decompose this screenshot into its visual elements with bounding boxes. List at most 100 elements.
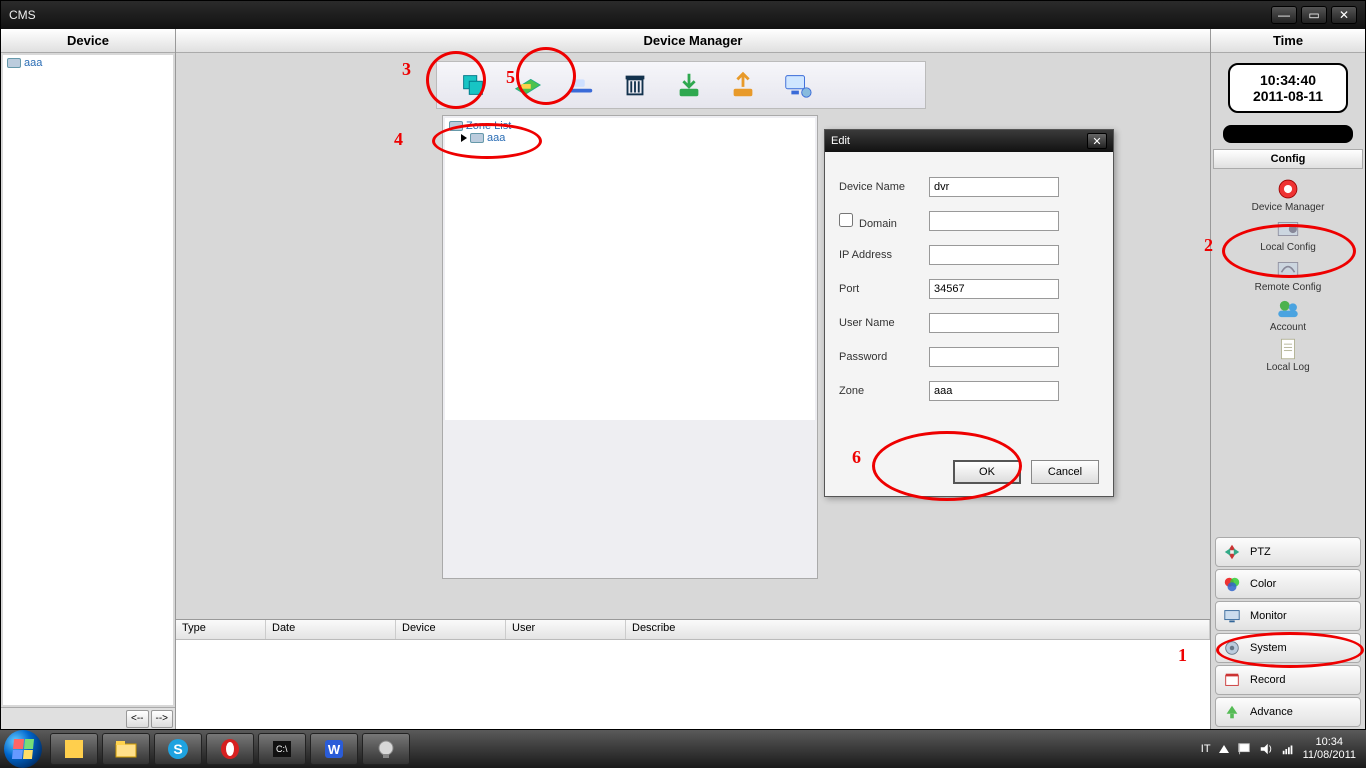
left-panel-header: Device: [1, 29, 175, 53]
taskbar-cmd[interactable]: C:\: [258, 733, 306, 765]
app-title: CMS: [9, 8, 36, 22]
accordion-advance[interactable]: Advance: [1215, 697, 1361, 727]
config-item-device-manager[interactable]: Device Manager: [1211, 176, 1365, 213]
accordion-system[interactable]: System: [1215, 633, 1361, 663]
accordion-label: Record: [1250, 674, 1285, 686]
app-window: CMS — ▭ ✕ Device aaa <-- --> Device Mana…: [0, 0, 1366, 730]
accordion-label: Advance: [1250, 706, 1293, 718]
edit-icon[interactable]: [563, 67, 599, 103]
center-panel: Device Manager: [176, 29, 1210, 729]
config-item-local-log[interactable]: Local Log: [1211, 336, 1365, 373]
password-input[interactable]: [929, 347, 1059, 367]
taskbar-cms[interactable]: [362, 733, 410, 765]
advance-icon: [1222, 702, 1242, 722]
zone-icon: [449, 121, 463, 131]
import-icon[interactable]: [671, 67, 707, 103]
taskbar-stickynotes[interactable]: [50, 733, 98, 765]
config-item-local-config[interactable]: Local Config: [1211, 216, 1365, 253]
tray-show-hidden-icon[interactable]: [1219, 745, 1229, 753]
domain-input[interactable]: [929, 211, 1059, 231]
start-button[interactable]: [4, 730, 42, 768]
zone-tree-panel: Zone List aaa: [442, 115, 818, 579]
time-header: Time: [1211, 29, 1365, 53]
device-icon: [470, 133, 484, 143]
taskbar-skype[interactable]: S: [154, 733, 202, 765]
ip-address-input[interactable]: [929, 245, 1059, 265]
add-zone-icon[interactable]: [455, 67, 491, 103]
ok-button[interactable]: OK: [953, 460, 1021, 484]
config-label: Device Manager: [1252, 202, 1325, 213]
delete-icon[interactable]: [617, 67, 653, 103]
device-icon: [7, 58, 21, 68]
system-icon: [1222, 638, 1242, 658]
accordion-record[interactable]: Record: [1215, 665, 1361, 695]
username-input[interactable]: [929, 313, 1059, 333]
tray-time: 10:34: [1303, 736, 1356, 749]
export-icon[interactable]: [725, 67, 761, 103]
log-col-device[interactable]: Device: [396, 620, 506, 639]
domain-label: Domain: [859, 218, 897, 230]
tray-date: 11/08/2011: [1303, 749, 1356, 762]
username-label: User Name: [839, 317, 929, 329]
config-label: Local Log: [1266, 362, 1309, 373]
ptz-icon: [1222, 542, 1242, 562]
accordion-ptz[interactable]: PTZ: [1215, 537, 1361, 567]
domain-checkbox[interactable]: [839, 213, 853, 227]
tray-flag-icon[interactable]: [1237, 742, 1251, 756]
accordion-label: PTZ: [1250, 546, 1271, 558]
ip-address-label: IP Address: [839, 249, 929, 261]
config-item-remote-config[interactable]: Remote Config: [1211, 256, 1365, 293]
config-label: Remote Config: [1255, 282, 1322, 293]
left-nav-prev[interactable]: <--: [126, 710, 149, 728]
edit-close-button[interactable]: ✕: [1087, 133, 1107, 149]
add-device-icon[interactable]: [509, 67, 545, 103]
svg-text:S: S: [173, 741, 182, 757]
edit-dialog: Edit ✕ Device Name Domain: [824, 129, 1114, 497]
local-config-icon: [1273, 216, 1303, 242]
port-input[interactable]: [929, 279, 1059, 299]
tray-network-icon[interactable]: [1281, 742, 1295, 756]
edit-dialog-title: Edit: [831, 135, 850, 147]
tray-clock[interactable]: 10:34 11/08/2011: [1303, 736, 1356, 761]
system-tray[interactable]: IT 10:34 11/08/2011: [1201, 736, 1362, 761]
close-button[interactable]: ✕: [1331, 6, 1357, 24]
clock-display: 10:34:40 2011-08-11: [1228, 63, 1348, 113]
expand-arrow-icon[interactable]: [461, 134, 467, 142]
clock-time: 10:34:40: [1260, 72, 1316, 88]
edit-dialog-titlebar[interactable]: Edit ✕: [825, 130, 1113, 152]
taskbar-opera[interactable]: [206, 733, 254, 765]
device-toolbar: [436, 61, 926, 109]
accordion-label: Monitor: [1250, 610, 1287, 622]
center-canvas: Zone List aaa Edit ✕ Device Name: [176, 53, 1210, 619]
device-tree[interactable]: aaa: [3, 55, 173, 705]
log-col-type[interactable]: Type: [176, 620, 266, 639]
tray-volume-icon[interactable]: [1259, 742, 1273, 756]
taskbar-explorer[interactable]: [102, 733, 150, 765]
clock-date: 2011-08-11: [1253, 88, 1323, 104]
device-manager-icon: [1273, 176, 1303, 202]
config-header: Config: [1213, 149, 1363, 169]
zone-tree-child[interactable]: aaa: [487, 132, 505, 144]
title-bar: CMS — ▭ ✕: [1, 1, 1365, 29]
connection-test-icon[interactable]: [779, 67, 815, 103]
log-col-date[interactable]: Date: [266, 620, 396, 639]
cancel-button[interactable]: Cancel: [1031, 460, 1099, 484]
accordion-label: Color: [1250, 578, 1276, 590]
accordion-label: System: [1250, 642, 1287, 654]
zone-tree[interactable]: Zone List aaa: [445, 118, 815, 420]
accordion-monitor[interactable]: Monitor: [1215, 601, 1361, 631]
device-name-input[interactable]: [929, 177, 1059, 197]
minimize-button[interactable]: —: [1271, 6, 1297, 24]
device-tree-item[interactable]: aaa: [24, 57, 42, 69]
accordion-color[interactable]: Color: [1215, 569, 1361, 599]
config-item-account[interactable]: Account: [1211, 296, 1365, 333]
zone-tree-root[interactable]: Zone List: [466, 120, 511, 132]
zone-input[interactable]: [929, 381, 1059, 401]
log-col-user[interactable]: User: [506, 620, 626, 639]
log-col-describe[interactable]: Describe: [626, 620, 1210, 639]
left-nav-next[interactable]: -->: [151, 710, 174, 728]
status-pill: [1223, 125, 1353, 143]
taskbar-word[interactable]: W: [310, 733, 358, 765]
tray-language[interactable]: IT: [1201, 743, 1211, 755]
maximize-button[interactable]: ▭: [1301, 6, 1327, 24]
